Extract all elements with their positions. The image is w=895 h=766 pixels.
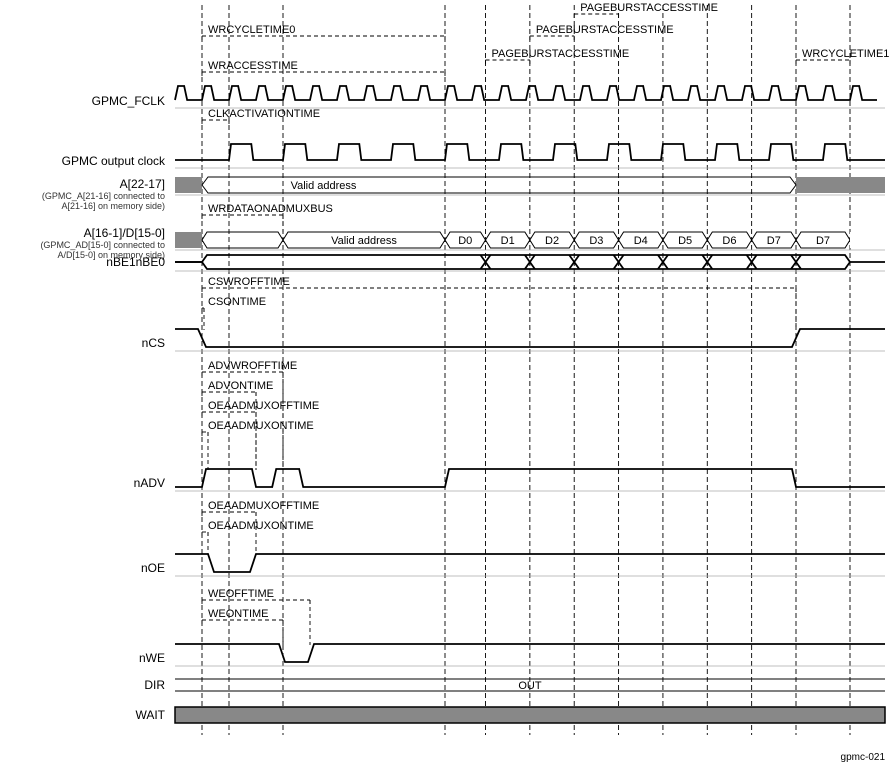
cswrofftime: CSWROFFTIME [208,276,290,288]
pageburst3: PAGEBURSTACCESSTIME [580,2,718,14]
svg-text:Valid address: Valid address [291,180,357,192]
wrcycletime0: WRCYCLETIME0 [208,24,295,36]
weontime: WEONTIME [208,608,269,620]
svg-text:D2: D2 [545,235,559,247]
svg-text:D7: D7 [767,235,781,247]
label-nadv: nADV [134,476,165,490]
label-gpmc-outclk: GPMC output clock [62,154,166,168]
label-dir: DIR [144,678,165,692]
wraccesstime: WRACCESSTIME [208,60,298,72]
timing-diagram: PAGEBURSTACCESSTIME PAGEBURSTACCESSTIME WR… [0,0,895,766]
svg-text:D4: D4 [634,235,648,247]
label-ncs: nCS [142,336,165,350]
label-nwe: nWE [139,651,165,665]
pageburst1: PAGEBURSTACCESSTIME [492,48,630,60]
svg-text:(GPMC_A[21-16] connected to: (GPMC_A[21-16] connected to [42,191,165,201]
oeaadmuxofftime: OEAADMUXOFFTIME [208,400,319,412]
label-wait: WAIT [135,708,165,722]
oeaadmuxofftime2: OEAADMUXOFFTIME [208,500,319,512]
label-a-hi: A[22-17] [120,177,165,191]
wrdataonadmuxbus: WRDATAONADMUXBUS [208,203,333,215]
label-nbe: nBE1nBE0 [106,255,165,269]
label-noe: nOE [141,561,165,575]
svg-text:D5: D5 [678,235,692,247]
svg-text:D6: D6 [722,235,736,247]
svg-text:A[21-16] on memory side): A[21-16] on memory side) [61,201,165,211]
label-a-lo: A[16-1]/D[15-0] [84,226,165,240]
svg-text:D1: D1 [501,235,515,247]
svg-text:D0: D0 [458,235,472,247]
oeaadmuxontime2: OEAADMUXONTIME [208,520,314,532]
csontime: CSONTIME [208,296,266,308]
pageburst2: PAGEBURSTACCESSTIME [536,24,674,36]
svg-text:D3: D3 [589,235,603,247]
label-gpmc-fclk: GPMC_FCLK [92,94,165,108]
figure-id: gpmc-021 [841,752,886,763]
oeaadmuxontime: OEAADMUXONTIME [208,420,314,432]
svg-text:OUT: OUT [518,680,542,692]
svg-text:D7: D7 [816,235,830,247]
svg-text:Valid address: Valid address [331,235,397,247]
advontime: ADVONTIME [208,380,273,392]
clkactivationtime: CLKACTIVATIONTIME [208,108,320,120]
svg-text:(GPMC_AD[15-0] connected to: (GPMC_AD[15-0] connected to [40,240,165,250]
advwrofftime: ADVWROFFTIME [208,360,297,372]
weofftime: WEOFFTIME [208,588,274,600]
wrcycletime1: WRCYCLETIME1 [802,48,889,60]
